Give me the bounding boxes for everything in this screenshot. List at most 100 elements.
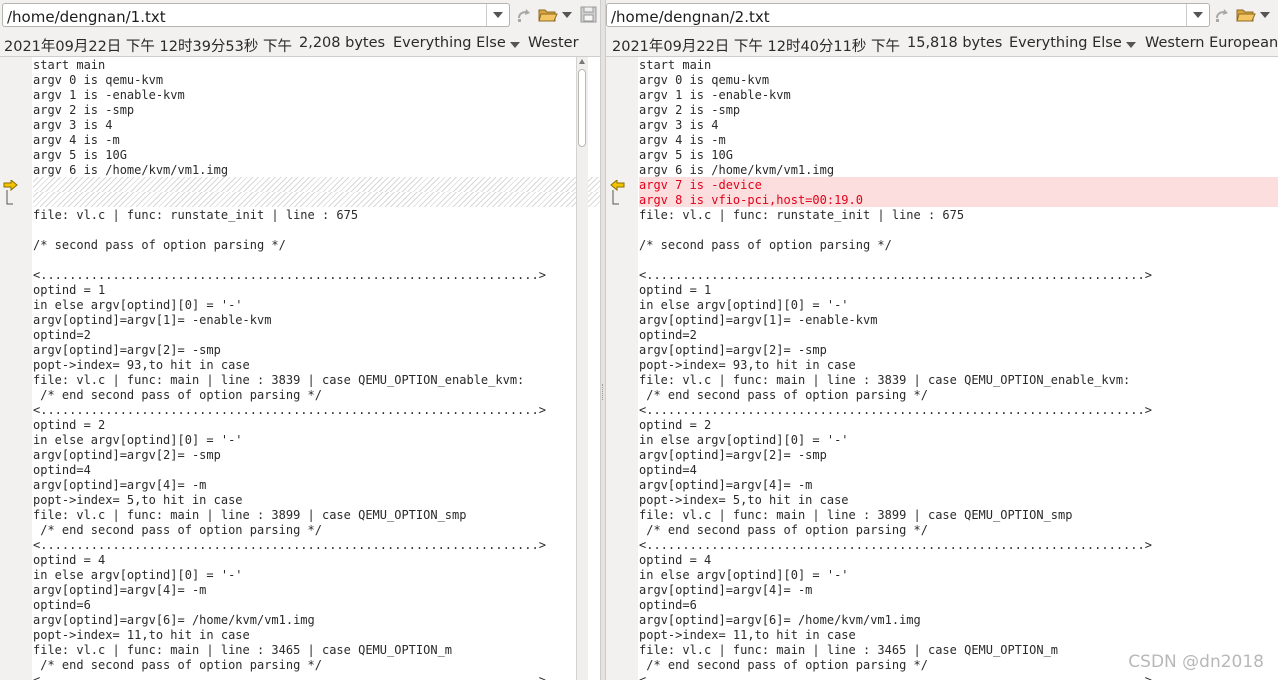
text-line: optind = 4: [33, 553, 106, 567]
text-line: /* second pass of option parsing */: [33, 238, 286, 252]
left-file-size: 2,208 bytes: [299, 35, 386, 51]
text-line: argv 0 is qemu-kvm: [33, 73, 164, 87]
text-line: popt->index= 93,to hit in case: [33, 358, 250, 372]
text-line: [33, 252, 600, 267]
left-pane: /home/dengnan/1.txt 2021年09月22日 下午 12时39…: [0, 0, 600, 680]
text-line: optind=6: [639, 598, 697, 612]
text-line: file: vl.c | func: main | line : 3839 | …: [33, 373, 525, 387]
left-text-view[interactable]: start main argv 0 is qemu-kvm argv 1 is -e…: [0, 56, 600, 680]
text-line: in else argv[optind][0] = '-': [639, 433, 849, 447]
text-line: in else argv[optind][0] = '-': [33, 433, 243, 447]
open-dropdown-icon[interactable]: [562, 12, 572, 18]
text-line: /* end second pass of option parsing */: [639, 388, 928, 402]
right-path-row: /home/dengnan/2.txt: [606, 0, 1278, 30]
text-line: file: vl.c | func: runstate_init | line …: [639, 208, 965, 222]
open-dropdown-icon[interactable]: [1260, 12, 1270, 18]
text-line: argv 4 is -m: [639, 133, 726, 147]
syntax-dropdown-icon[interactable]: [510, 42, 520, 48]
left-file-path-combo[interactable]: /home/dengnan/1.txt: [2, 3, 510, 27]
text-line: file: vl.c | func: main | line : 3465 | …: [33, 643, 453, 657]
text-line: argv[optind]=argv[4]= -m: [639, 583, 813, 597]
filler-line: [33, 192, 600, 207]
text-line: /* end second pass of option parsing */: [33, 523, 322, 537]
text-line: argv 6 is /home/kvm/vm1.img: [33, 163, 229, 177]
right-file-path: /home/dengnan/2.txt: [611, 8, 770, 26]
text-line: [33, 222, 600, 237]
text-line: argv[optind]=argv[2]= -smp: [639, 448, 827, 462]
redo-icon[interactable]: [514, 5, 534, 25]
scroll-up-icon[interactable]: [579, 59, 585, 64]
text-line: <.......................................…: [639, 268, 1152, 282]
filler-line: [33, 177, 600, 192]
left-vertical-scrollbar[interactable]: [576, 57, 588, 680]
left-file-info: 2021年09月22日 下午 12时39分53秒 下午 2,208 bytes …: [0, 31, 600, 55]
right-file-size: 15,818 bytes: [907, 35, 1003, 51]
text-line: <.......................................…: [33, 673, 546, 680]
left-syntax-select[interactable]: Everything Else: [393, 35, 506, 51]
text-line: /* second pass of option parsing */: [639, 238, 892, 252]
text-line: <.......................................…: [639, 538, 1152, 552]
text-line: [639, 222, 1278, 237]
text-line: [639, 252, 1278, 267]
right-encoding-select[interactable]: Western European: [1145, 35, 1278, 51]
text-line: argv[optind]=argv[2]= -smp: [33, 448, 221, 462]
text-line: file: vl.c | func: main | line : 3899 | …: [639, 508, 1073, 522]
text-line: argv 4 is -m: [33, 133, 120, 147]
save-icon[interactable]: [579, 5, 599, 25]
text-line: popt->index= 93,to hit in case: [639, 358, 856, 372]
right-file-path-combo[interactable]: /home/dengnan/2.txt: [606, 3, 1210, 27]
right-file-info: 2021年09月22日 下午 12时40分11秒 下午 15,818 bytes…: [606, 31, 1278, 55]
text-line: argv 2 is -smp: [639, 103, 741, 117]
text-line: in else argv[optind][0] = '-': [639, 298, 849, 312]
text-line: optind = 4: [639, 553, 712, 567]
text-line: <.......................................…: [33, 268, 546, 282]
right-pane: /home/dengnan/2.txt 2021年09月22日 下午 12时40…: [606, 0, 1278, 680]
left-scrollbar-thumb[interactable]: [578, 69, 586, 147]
text-line: popt->index= 11,to hit in case: [33, 628, 250, 642]
text-line: argv 1 is -enable-kvm: [639, 88, 791, 102]
text-line: <.......................................…: [639, 673, 1152, 680]
splitter-grip[interactable]: [602, 384, 605, 400]
right-text-view[interactable]: start main argv 0 is qemu-kvm argv 1 is -e…: [606, 56, 1278, 680]
text-line: argv[optind]=argv[4]= -m: [639, 478, 813, 492]
text-line: popt->index= 5,to hit in case: [33, 493, 243, 507]
text-line: argv[optind]=argv[6]= /home/kvm/vm1.img: [639, 613, 921, 627]
watermark: CSDN @dn2018: [1128, 652, 1264, 672]
left-file-path: /home/dengnan/1.txt: [7, 8, 166, 26]
folder-open-icon[interactable]: [1236, 5, 1256, 25]
text-line: optind=4: [33, 463, 91, 477]
text-line: optind=6: [33, 598, 91, 612]
redo-icon[interactable]: [1212, 5, 1232, 25]
text-line: argv[optind]=argv[1]= -enable-kvm: [639, 313, 878, 327]
text-line: argv[optind]=argv[1]= -enable-kvm: [33, 313, 272, 327]
right-syntax-select[interactable]: Everything Else: [1009, 35, 1122, 51]
dropdown-icon: [1193, 12, 1203, 18]
left-encoding-select[interactable]: Wester: [528, 35, 579, 51]
text-line: argv[optind]=argv[4]= -m: [33, 583, 207, 597]
left-file-date: 2021年09月22日 下午 12时39分53秒 下午: [4, 39, 292, 55]
text-line: <.......................................…: [33, 538, 546, 552]
dropdown-icon: [493, 12, 503, 18]
text-line: /* end second pass of option parsing */: [33, 388, 322, 402]
text-line: <.......................................…: [33, 403, 546, 417]
text-line: argv 0 is qemu-kvm: [639, 73, 770, 87]
change-marker-arrow-icon[interactable]: [609, 180, 625, 210]
text-line: in else argv[optind][0] = '-': [33, 568, 243, 582]
folder-open-icon[interactable]: [538, 5, 558, 25]
change-marker-arrow-icon[interactable]: [3, 180, 19, 210]
right-gutter: [606, 57, 638, 680]
text-line: argv 5 is 10G: [639, 148, 733, 162]
text-line: /* end second pass of option parsing */: [639, 523, 928, 537]
left-lines: start main argv 0 is qemu-kvm argv 1 is -e…: [33, 57, 600, 680]
text-line: argv 3 is 4: [639, 118, 719, 132]
text-line: argv[optind]=argv[4]= -m: [33, 478, 207, 492]
text-line: file: vl.c | func: main | line : 3839 | …: [639, 373, 1131, 387]
text-line: argv 3 is 4: [33, 118, 113, 132]
right-path-dropdown-button[interactable]: [1186, 4, 1209, 26]
syntax-dropdown-icon[interactable]: [1126, 42, 1136, 48]
text-line: optind = 2: [33, 418, 106, 432]
left-path-dropdown-button[interactable]: [486, 4, 509, 26]
text-line: in else argv[optind][0] = '-': [639, 568, 849, 582]
text-line: optind=2: [33, 328, 91, 342]
text-line: optind = 1: [33, 283, 106, 297]
